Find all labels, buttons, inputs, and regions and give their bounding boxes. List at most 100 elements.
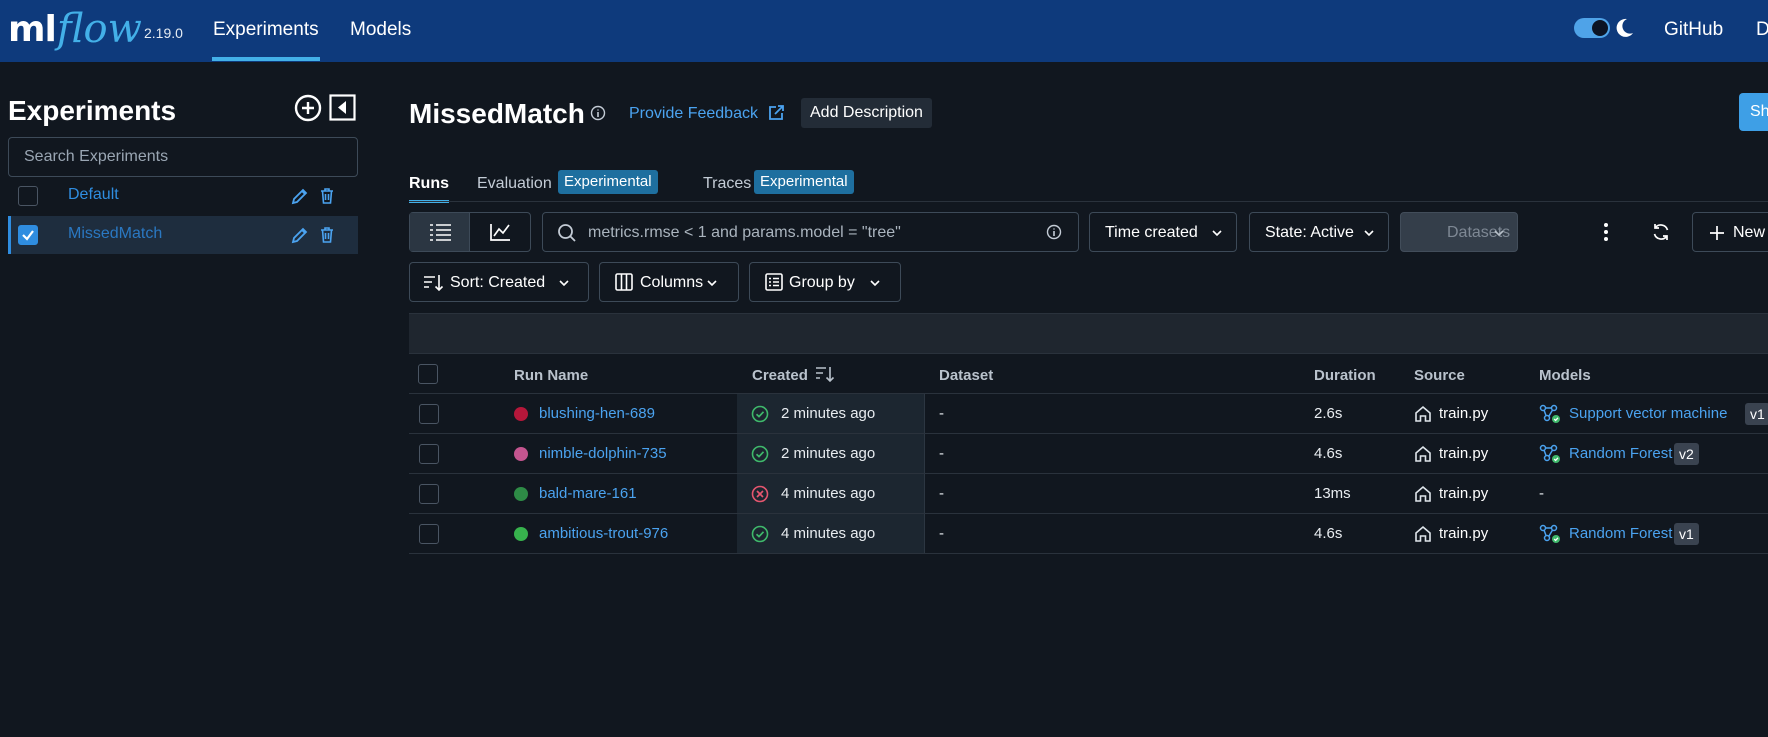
model-link[interactable]: Random Forest [1569, 525, 1672, 542]
nav-experiments[interactable]: Experiments [212, 19, 320, 61]
run-color-dot[interactable] [514, 527, 528, 541]
run-color-dot[interactable] [514, 447, 528, 461]
column-header-source[interactable]: Source [1414, 367, 1465, 384]
columns-dropdown[interactable]: Columns [599, 262, 739, 302]
dropdown-label: Group by [789, 274, 855, 291]
run-name-link[interactable]: ambitious-trout-976 [539, 525, 668, 542]
info-icon[interactable] [1046, 224, 1062, 240]
table-row[interactable]: bald-mare-161 4 minutes ago - 13ms train… [409, 474, 1768, 514]
source-link[interactable]: train.py [1439, 445, 1488, 462]
table-view-button[interactable] [410, 213, 470, 251]
run-color-dot[interactable] [514, 407, 528, 421]
search-experiments-input[interactable] [8, 137, 358, 177]
logo-flow-text: flow [56, 6, 142, 52]
info-icon[interactable] [590, 105, 606, 121]
collapse-sidebar-button[interactable] [329, 94, 356, 121]
row-checkbox[interactable] [419, 404, 439, 424]
new-run-button[interactable]: New [1692, 212, 1768, 252]
table-row[interactable]: nimble-dolphin-735 2 minutes ago - 4.6s … [409, 434, 1768, 474]
add-experiment-button[interactable] [294, 94, 322, 122]
more-options-icon[interactable] [1602, 222, 1610, 242]
collapse-left-icon [329, 94, 356, 121]
model-link[interactable]: Support vector machine [1569, 405, 1727, 422]
experiment-item-default[interactable]: Default [8, 177, 358, 215]
row-checkbox[interactable] [419, 484, 439, 504]
provide-feedback-link[interactable]: Provide Feedback [629, 105, 758, 123]
table-row[interactable]: blushing-hen-689 2 minutes ago - 2.6s tr… [409, 394, 1768, 434]
dataset-value: - [939, 485, 944, 502]
tab-evaluation[interactable]: Evaluation [477, 175, 552, 193]
model-icon [1539, 444, 1560, 463]
edit-icon[interactable] [291, 187, 309, 205]
column-header-duration[interactable]: Duration [1314, 367, 1376, 384]
datasets-dropdown[interactable]: Datasets [1400, 212, 1518, 252]
share-button[interactable]: Sh [1739, 93, 1768, 131]
created-time: 2 minutes ago [781, 405, 876, 422]
run-name-link[interactable]: bald-mare-161 [539, 485, 637, 502]
mlflow-logo[interactable]: ml flow [8, 3, 142, 55]
experiments-heading: Experiments [8, 95, 177, 126]
sort-dropdown[interactable]: Sort: Created [409, 262, 589, 302]
tab-traces[interactable]: Traces [703, 175, 751, 193]
model-empty: - [1539, 485, 1544, 502]
home-icon [1415, 445, 1431, 462]
success-check-icon [751, 445, 769, 463]
logo-ml-text: ml [8, 8, 57, 50]
group-by-dropdown[interactable]: Group by [749, 262, 901, 302]
row-checkbox[interactable] [419, 524, 439, 544]
experiment-item-missedmatch[interactable]: MissedMatch [8, 216, 358, 254]
experiment-checkbox[interactable] [18, 186, 38, 206]
table-row[interactable]: ambitious-trout-976 4 minutes ago - 4.6s… [409, 514, 1768, 554]
trash-icon[interactable] [319, 226, 335, 244]
github-link[interactable]: GitHub [1664, 19, 1723, 41]
table-divider [409, 553, 1768, 554]
version-label: 2.19.0 [144, 25, 183, 41]
experiment-name[interactable]: Default [68, 186, 119, 204]
row-checkbox[interactable] [419, 444, 439, 464]
experiment-title: MissedMatch [409, 98, 585, 129]
run-name-link[interactable]: blushing-hen-689 [539, 405, 655, 422]
run-color-dot[interactable] [514, 487, 528, 501]
nav-models[interactable]: Models [350, 19, 411, 41]
plus-circle-icon [294, 94, 322, 122]
time-created-dropdown[interactable]: Time created [1089, 212, 1237, 252]
column-header-models[interactable]: Models [1539, 367, 1591, 384]
source-link[interactable]: train.py [1439, 485, 1488, 502]
duration-value: 2.6s [1314, 405, 1343, 422]
source-link[interactable]: train.py [1439, 525, 1488, 542]
run-name-link[interactable]: nimble-dolphin-735 [539, 445, 667, 462]
column-header-run-name[interactable]: Run Name [514, 367, 588, 384]
refresh-icon[interactable] [1651, 222, 1671, 242]
experiment-name[interactable]: MissedMatch [68, 225, 162, 243]
sort-descending-icon[interactable] [815, 365, 835, 383]
trash-icon[interactable] [319, 187, 335, 205]
failed-x-icon [751, 485, 769, 503]
model-version-badge: v1 [1674, 523, 1699, 545]
column-header-created[interactable]: Created [752, 367, 808, 384]
edit-icon[interactable] [291, 226, 309, 244]
run-filter-input[interactable]: metrics.rmse < 1 and params.model = "tre… [542, 212, 1079, 252]
external-link-icon[interactable] [767, 104, 785, 122]
top-navigation-bar: ml flow 2.19.0 Experiments Models GitHub … [0, 0, 1768, 62]
new-run-label: New [1733, 224, 1766, 241]
tabs-divider [409, 201, 1768, 202]
add-description-button[interactable]: Add Description [801, 98, 932, 128]
table-group-header [409, 313, 1768, 353]
group-by-icon [765, 273, 783, 291]
created-time: 4 minutes ago [781, 525, 876, 542]
chevron-down-icon [559, 280, 569, 287]
theme-toggle[interactable] [1574, 18, 1610, 38]
columns-icon [615, 273, 633, 291]
source-link[interactable]: train.py [1439, 405, 1488, 422]
docs-link[interactable]: D [1756, 19, 1768, 41]
chart-view-button[interactable] [470, 213, 530, 251]
column-header-dataset[interactable]: Dataset [939, 367, 993, 384]
chevron-down-icon [870, 280, 880, 287]
experiment-checkbox-checked[interactable] [18, 225, 38, 245]
home-icon [1415, 525, 1431, 542]
tab-runs[interactable]: Runs [409, 175, 449, 203]
model-link[interactable]: Random Forest [1569, 445, 1672, 462]
state-dropdown[interactable]: State: Active [1249, 212, 1389, 252]
line-chart-icon [490, 224, 510, 241]
select-all-checkbox[interactable] [418, 364, 438, 384]
